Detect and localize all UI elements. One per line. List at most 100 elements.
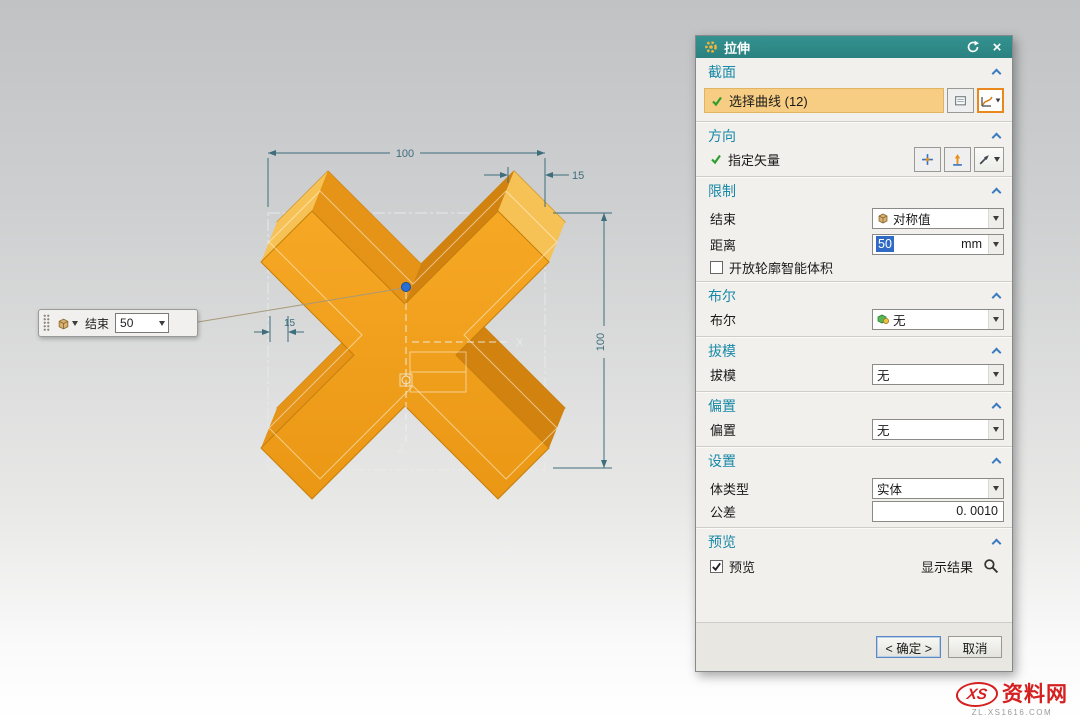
dialog-titlebar[interactable]: 拉伸 × [696,36,1012,58]
offset-group-header[interactable]: 偏置 [696,392,1012,420]
section-group: 截面 选择曲线 (12) [696,58,1012,121]
boolean-group-header[interactable]: 布尔 [696,282,1012,310]
distance-drag-handle[interactable] [402,283,411,292]
vector-dialog-icon [921,153,934,166]
offset-value: 无 [877,420,890,439]
mini-end-input[interactable]: 50 [115,313,169,333]
boolean-label: 布尔 [710,310,736,329]
draft-group-title: 拔模 [708,341,736,361]
end-dropdown[interactable]: 对称值 [872,208,1004,229]
mini-end-value: 50 [120,316,133,330]
draft-value: 无 [877,365,890,384]
dropdown-caret[interactable] [988,209,1003,228]
reset-icon [966,40,980,54]
dimension-top-value[interactable]: 100 [396,148,414,160]
section-group-header[interactable]: 截面 [696,58,1012,86]
extruded-x-model[interactable] [261,171,565,499]
reverse-direction-icon [951,153,964,166]
boolean-dropdown[interactable]: 无 [872,309,1004,330]
body-type-value: 实体 [877,479,902,498]
dialog-icon [704,40,718,54]
end-value: 对称值 [893,209,931,228]
unit-dropdown-caret[interactable] [988,235,1003,254]
direction-group-title: 方向 [708,126,736,146]
dimension-right-value[interactable]: 100 [595,333,607,351]
checkmark-icon [710,153,722,165]
draft-label: 拔模 [710,365,736,384]
limits-group: 限制 结束 对称值 距离 [696,176,1012,281]
reset-button[interactable] [964,38,982,56]
show-result-label: 显示结果 [921,557,973,576]
settings-group-header[interactable]: 设置 [696,447,1012,475]
collapse-chevron-icon [992,69,1002,79]
extrude-dialog: 拉伸 × 截面 [695,35,1013,672]
mini-toolbar[interactable]: 结束 50 [38,309,198,337]
dropdown-caret-icon [996,99,1001,103]
offset-group-title: 偏置 [708,396,736,416]
preview-group-header[interactable]: 预览 [696,528,1012,556]
dropdown-caret-icon [159,321,165,326]
body-type-dropdown[interactable]: 实体 [872,478,1004,499]
dimension-topright-value[interactable]: 15 [572,170,584,182]
axis-x-label: X [516,337,524,349]
preview-group: 预览 预览 显示结果 [696,527,1012,582]
collapse-chevron-icon [992,293,1002,303]
boolean-group-title: 布尔 [708,286,736,306]
close-button[interactable]: × [988,38,1006,56]
collapse-chevron-icon [992,403,1002,413]
boolean-group: 布尔 布尔 无 [696,281,1012,336]
reverse-direction-button[interactable] [944,147,971,172]
watermark-logo: XS [954,682,1000,707]
draft-group-header[interactable]: 拔模 [696,337,1012,365]
boolean-none-icon [877,313,889,325]
boolean-value: 无 [893,310,906,329]
cube-icon [57,317,70,330]
select-curve-field[interactable]: 选择曲线 (12) [704,88,944,113]
draft-dropdown[interactable]: 无 [872,364,1004,385]
select-curve-label: 选择曲线 (12) [729,91,808,110]
collapse-chevron-icon [992,539,1002,549]
dimension-left-value[interactable]: 15 [284,318,296,329]
preview-checkbox[interactable] [710,560,723,573]
dimension-topright-15 [484,167,569,183]
axis-z-label: Z [398,443,405,455]
end-option-cube-button[interactable] [54,315,81,332]
open-profile-label: 开放轮廓智能体积 [729,258,833,277]
offset-group: 偏置 偏置 无 [696,391,1012,446]
preview-label: 预览 [729,557,755,576]
distance-unit: mm [961,237,984,251]
section-options-icon [954,94,967,107]
mini-end-label: 结束 [85,315,109,332]
cancel-button[interactable]: 取消 [948,636,1002,658]
dropdown-caret[interactable] [988,420,1003,439]
distance-field[interactable]: 50 mm [872,234,1004,255]
dialog-title: 拉伸 [724,38,750,57]
tolerance-field[interactable]: 0. 0010 [872,501,1004,522]
dropdown-caret[interactable] [988,365,1003,384]
dialog-button-row: < 确定 > 取消 [696,622,1012,671]
limits-group-title: 限制 [708,181,736,201]
section-options-button[interactable] [947,88,974,113]
vector-dialog-button[interactable] [914,147,941,172]
watermark-url: ZL.XS1616.COM [956,709,1068,717]
drag-handle[interactable] [43,314,50,332]
show-result-button[interactable] [977,554,1004,579]
dropdown-caret[interactable] [988,310,1003,329]
section-group-title: 截面 [708,62,736,82]
limits-group-header[interactable]: 限制 [696,177,1012,205]
sketch-section-icon [980,94,994,108]
vector-method-combo[interactable] [974,147,1004,172]
checkmark-icon [711,95,723,107]
end-label: 结束 [710,209,736,228]
settings-group: 设置 体类型 实体 公差 0. 0010 [696,446,1012,527]
tolerance-label: 公差 [710,502,736,521]
sketch-section-button[interactable] [977,88,1004,113]
magnifier-icon [983,558,999,574]
ok-button[interactable]: < 确定 > [876,636,941,658]
offset-dropdown[interactable]: 无 [872,419,1004,440]
collapse-chevron-icon [992,133,1002,143]
distance-value[interactable]: 50 [876,236,894,252]
application-window: X Z 100 15 100 [0,0,1080,720]
dropdown-caret[interactable] [988,479,1003,498]
open-profile-checkbox[interactable] [710,261,723,274]
